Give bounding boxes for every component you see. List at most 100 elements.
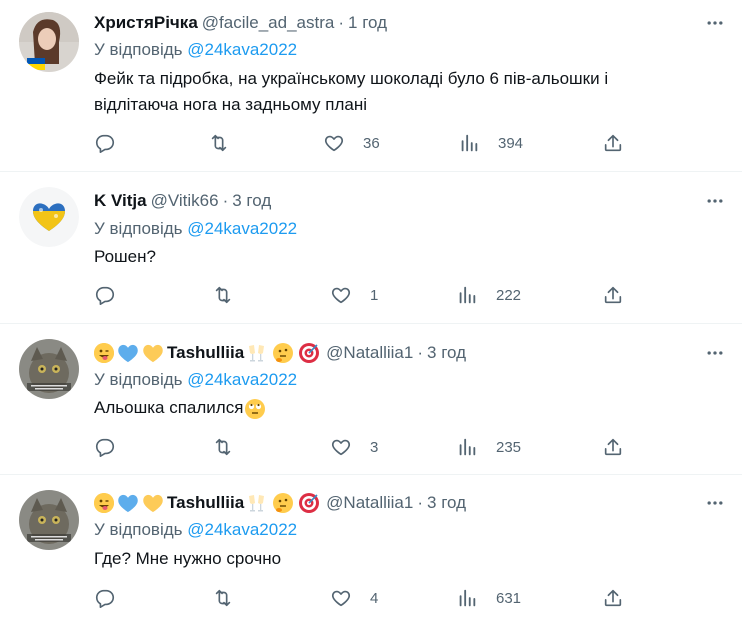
tweet-header: Tashulliia @Natalliia1 · 3 год [94,492,466,514]
reply-handle-link[interactable]: @24kava2022 [187,520,297,539]
retweet-button[interactable] [212,284,252,306]
like-button[interactable]: 36 [323,132,380,154]
like-button[interactable]: 1 [330,284,378,306]
retweet-button[interactable] [208,132,248,154]
like-count: 36 [363,134,380,152]
share-button[interactable] [602,436,624,458]
more-options-button[interactable] [704,492,726,514]
timestamp[interactable]: 3 год [427,343,466,363]
heart-icon [331,590,351,607]
reply-button[interactable] [94,436,134,458]
heart-icon [331,287,351,304]
views-button[interactable]: 222 [456,284,521,306]
replying-to: У відповідь @24kava2022 [94,520,297,540]
blue-heart-emoji [117,343,139,363]
user-handle[interactable]: @Natalliia1 [326,493,413,513]
reply-button[interactable] [94,587,134,609]
tweet-text-line: Альошка спалился [94,398,244,417]
retweet-icon [215,286,231,304]
reply-button[interactable] [94,132,134,154]
heart-icon [324,135,344,152]
views-count: 222 [496,286,522,304]
reply-button[interactable] [94,284,134,306]
retweet-icon [215,438,231,456]
reply-handle-link[interactable]: @24kava2022 [187,219,297,238]
views-chart-icon [459,589,476,607]
views-chart-icon [459,286,476,304]
like-button[interactable]: 3 [330,436,378,458]
tweet-actions: 4 631 [94,587,634,611]
reply-prefix: У відповідь [94,219,183,238]
user-handle[interactable]: @facile_ad_astra [202,13,335,33]
more-options-button[interactable] [704,12,726,34]
display-name[interactable]: Tashulliia [167,493,244,513]
like-count: 3 [370,438,379,456]
face-with-rolling-eyes-emoji [244,398,266,420]
more-options-button[interactable] [704,342,726,364]
replying-to: У відповідь @24kava2022 [94,370,297,390]
retweet-button[interactable] [212,587,252,609]
tweet[interactable]: K Vitja @Vitik66 · 3 год У відповідь @24… [0,172,742,324]
views-count: 394 [498,134,524,152]
avatar[interactable] [19,12,79,72]
share-button[interactable] [602,132,624,154]
views-count: 631 [496,589,522,607]
display-name[interactable]: K Vitja [94,191,147,211]
separator-dot: · [222,191,229,210]
winking-tongue-emoji [94,343,114,363]
tweet-header: Tashulliia @Natalliia1 · 3 год [94,342,466,364]
share-button[interactable] [602,284,624,306]
thinking-face-emoji [272,492,294,514]
like-button[interactable]: 4 [330,587,378,609]
views-chart-icon [461,134,478,152]
yellow-heart-emoji [142,493,164,513]
more-options-button[interactable] [704,190,726,212]
more-horizontal-icon [707,351,723,355]
timestamp[interactable]: 1 год [348,13,387,33]
thinking-face-emoji [272,342,294,364]
like-count: 4 [370,589,379,607]
timestamp[interactable]: 3 год [232,191,271,211]
clinking-glasses-emoji [246,342,268,364]
user-handle[interactable]: @Vitik66 [151,191,219,211]
reply-icon [95,589,115,608]
reply-handle-link[interactable]: @24kava2022 [187,40,297,59]
tweet[interactable]: ХристяРічка @facile_ad_astra · 1 год У в… [0,0,742,172]
like-count: 1 [370,286,379,304]
reply-prefix: У відповідь [94,520,183,539]
reply-handle-link[interactable]: @24kava2022 [187,370,297,389]
tweet[interactable]: Tashulliia @Natalliia1 · 3 год У відпові… [0,475,742,617]
views-button[interactable]: 631 [456,587,521,609]
retweet-button[interactable] [212,436,252,458]
avatar[interactable] [19,490,79,550]
user-handle[interactable]: @Natalliia1 [326,343,413,363]
tweet-text-line: Где? Мне нужно срочно [94,549,282,568]
clinking-glasses-emoji [246,492,268,514]
tweet-actions: 36 394 [94,132,634,156]
replying-to: У відповідь @24kava2022 [94,40,297,60]
direct-hit-emoji [298,342,320,364]
tweet[interactable]: Tashulliia @Natalliia1 · 3 год У відпові… [0,324,742,475]
views-count: 235 [496,438,522,456]
share-button[interactable] [602,587,624,609]
reply-icon [95,438,115,457]
display-name[interactable]: Tashulliia [167,343,244,363]
share-icon [604,286,622,304]
views-button[interactable]: 235 [456,436,521,458]
timestamp[interactable]: 3 год [427,493,466,513]
tweet-text-line: Фейк та підробка, на українському шокола… [94,69,609,88]
separator-dot: · [338,13,345,32]
separator-dot: · [417,343,424,362]
more-horizontal-icon [707,199,723,203]
tweet-text-line: Рошен? [94,247,156,266]
reply-icon [95,286,115,305]
display-name[interactable]: ХристяРічка [94,13,198,33]
avatar[interactable] [19,187,79,247]
reply-icon [95,134,115,153]
winking-tongue-emoji [94,493,114,513]
tweet-header: ХристяРічка @facile_ad_astra · 1 год [94,13,387,33]
tweet-header: K Vitja @Vitik66 · 3 год [94,191,271,211]
tweet-text-line: відлітаюча нога на задньому плані [94,95,368,114]
views-button[interactable]: 394 [458,132,523,154]
avatar[interactable] [19,339,79,399]
